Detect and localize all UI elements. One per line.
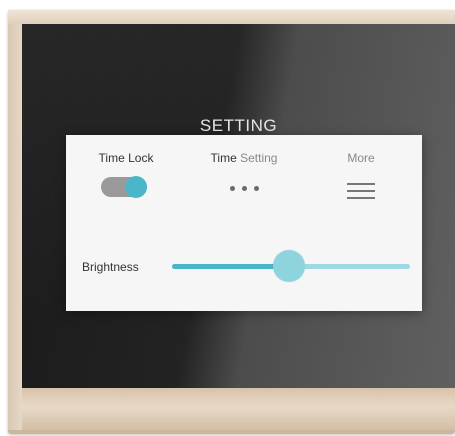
toggle-knob bbox=[125, 176, 147, 198]
brightness-slider-thumb[interactable] bbox=[272, 250, 305, 282]
brightness-slider-fill bbox=[172, 264, 289, 269]
device-bezel-top bbox=[8, 10, 455, 24]
menu-icon[interactable] bbox=[347, 183, 375, 199]
time-lock-toggle[interactable] bbox=[101, 176, 147, 198]
time-lock-label: Time Lock bbox=[98, 151, 154, 165]
device-bezel-left bbox=[8, 24, 22, 430]
more-dots-icon[interactable] bbox=[204, 186, 284, 191]
brightness-slider[interactable] bbox=[172, 250, 410, 282]
brightness-label: Brightness bbox=[82, 260, 139, 274]
time-lock-control: Time Lock bbox=[91, 151, 161, 198]
time-setting-label-rest: Setting bbox=[236, 151, 278, 165]
device-bezel-bottom bbox=[22, 388, 455, 430]
more-label: More bbox=[347, 151, 375, 165]
time-setting-control[interactable]: Time Setting bbox=[204, 151, 284, 191]
time-setting-label-bold: Time bbox=[210, 151, 237, 165]
page-title: SETTING bbox=[199, 116, 278, 135]
settings-panel: Time Lock Time Setting More Brightness bbox=[66, 135, 422, 311]
time-setting-label: Time Setting bbox=[204, 151, 284, 165]
more-control[interactable]: More bbox=[331, 151, 391, 199]
